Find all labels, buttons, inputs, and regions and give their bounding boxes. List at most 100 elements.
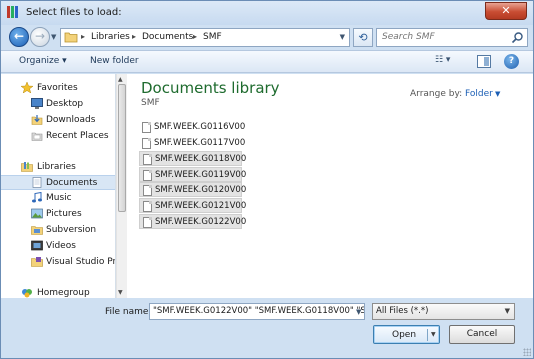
breadcrumb-libraries[interactable]: Libraries xyxy=(91,32,130,42)
nav-label: Recent Places xyxy=(46,131,109,141)
file-icon xyxy=(143,201,152,212)
file-icon xyxy=(143,170,152,181)
open-button-label: Open xyxy=(392,330,417,340)
navigation-pane: Favorites Desktop Downloads Recent Place… xyxy=(1,74,116,298)
file-item[interactable]: SMF.WEEK.G0119V00 xyxy=(139,167,246,182)
file-open-dialog: Select files to load: ✕ ← → ▼ ▸ Librarie… xyxy=(0,0,534,359)
command-toolbar: Organize ▾ New folder ☷ ▾ ? xyxy=(1,50,533,73)
refresh-button[interactable]: ⟲ xyxy=(353,28,373,47)
file-name: SMF.WEEK.G0121V00 xyxy=(155,201,247,211)
nav-label: Documents xyxy=(46,178,98,188)
nav-documents[interactable]: Documents xyxy=(1,175,115,190)
address-bar[interactable]: ▸ Libraries ▸ Documents ▸ SMF ▼ xyxy=(60,28,350,47)
search-input[interactable] xyxy=(382,32,502,42)
scroll-up-icon[interactable]: ▲ xyxy=(118,76,123,83)
search-icon[interactable] xyxy=(511,31,524,44)
nav-desktop[interactable]: Desktop xyxy=(1,97,115,112)
address-dropdown-icon[interactable]: ▼ xyxy=(340,33,345,41)
title-bar: Select files to load: ✕ xyxy=(1,1,533,25)
breadcrumb-documents[interactable]: Documents xyxy=(142,32,193,42)
libraries-icon xyxy=(21,162,33,172)
close-button[interactable]: ✕ xyxy=(485,2,527,20)
nav-label: Subversion xyxy=(46,225,97,235)
recent-places-icon xyxy=(31,132,43,141)
search-box[interactable] xyxy=(376,28,528,47)
file-name: SMF.WEEK.G0118V00 xyxy=(155,154,247,164)
nav-label: Desktop xyxy=(46,99,84,109)
nav-label: Music xyxy=(46,193,72,203)
nav-videos[interactable]: Videos xyxy=(1,239,115,254)
file-item[interactable]: SMF.WEEK.G0117V00 xyxy=(139,136,246,151)
file-name-dropdown-icon[interactable]: ▼ xyxy=(356,308,361,316)
nav-label: Downloads xyxy=(46,115,96,125)
nav-downloads[interactable]: Downloads xyxy=(1,113,115,128)
file-name: SMF.WEEK.G0122V00 xyxy=(155,217,247,227)
file-name: SMF.WEEK.G0116V00 xyxy=(154,122,246,132)
nav-libraries[interactable]: Libraries xyxy=(1,160,115,175)
breadcrumb-separator: ▸ xyxy=(193,32,198,41)
breadcrumb-separator: ▸ xyxy=(132,32,137,41)
file-type-select[interactable]: All Files (*.*) ▼ xyxy=(372,303,515,320)
chevron-down-icon[interactable]: ▼ xyxy=(495,90,500,98)
file-name-label: File name: xyxy=(105,307,152,317)
homegroup-icon xyxy=(22,289,32,298)
organize-button[interactable]: Organize ▾ xyxy=(19,56,67,66)
arrange-by-dropdown[interactable]: Folder xyxy=(465,89,493,99)
open-button[interactable]: Open ▼ xyxy=(373,325,440,344)
scroll-down-icon[interactable]: ▼ xyxy=(118,289,123,296)
nav-favorites[interactable]: Favorites xyxy=(1,81,115,96)
library-subtitle: SMF xyxy=(141,98,160,108)
desktop-icon xyxy=(31,98,43,109)
pictures-icon xyxy=(31,208,43,219)
dialog-footer: File name: "SMF.WEEK.G0122V00" "SMF.WEEK… xyxy=(1,298,533,358)
nav-label: Homegroup xyxy=(37,288,90,298)
nav-label: Visual Studio Pro xyxy=(46,257,116,267)
app-icon xyxy=(7,6,21,18)
nav-label: Videos xyxy=(46,241,76,251)
nav-pictures[interactable]: Pictures xyxy=(1,207,115,222)
new-folder-button[interactable]: New folder xyxy=(90,56,139,66)
file-item[interactable]: SMF.WEEK.G0121V00 xyxy=(139,198,246,213)
file-item[interactable]: SMF.WEEK.G0122V00 xyxy=(139,214,246,229)
nav-visual-studio[interactable]: Visual Studio Pro xyxy=(1,255,116,270)
nav-scrollbar[interactable]: ▲ ▼ xyxy=(116,74,127,298)
folder-icon xyxy=(64,32,78,43)
file-icon xyxy=(142,122,151,133)
chevron-down-icon[interactable]: ▼ xyxy=(505,307,510,315)
nav-recent-places[interactable]: Recent Places xyxy=(1,129,115,144)
file-list-pane: Documents library SMF Arrange by: Folder… xyxy=(127,74,533,298)
breadcrumb-smf[interactable]: SMF xyxy=(203,32,222,42)
file-icon xyxy=(143,154,152,165)
subversion-icon xyxy=(31,226,43,235)
arrange-by-label: Arrange by: xyxy=(410,89,463,99)
nav-label: Pictures xyxy=(46,209,82,219)
file-icon xyxy=(143,185,152,196)
cancel-button[interactable]: Cancel xyxy=(449,325,515,344)
file-icon xyxy=(143,217,152,228)
downloads-icon xyxy=(31,115,43,125)
preview-pane-button[interactable] xyxy=(477,55,491,68)
file-item[interactable]: SMF.WEEK.G0120V00 xyxy=(139,182,246,197)
nav-homegroup[interactable]: Homegroup xyxy=(1,286,115,298)
back-button[interactable]: ← xyxy=(9,27,29,47)
nav-subversion[interactable]: Subversion xyxy=(1,223,115,238)
open-options-dropdown-icon[interactable]: ▼ xyxy=(431,331,436,338)
file-name: SMF.WEEK.G0117V00 xyxy=(154,138,246,148)
file-item[interactable]: SMF.WEEK.G0116V00 xyxy=(139,120,246,135)
file-name: SMF.WEEK.G0119V00 xyxy=(155,170,247,180)
file-name-input[interactable]: "SMF.WEEK.G0122V00" "SMF.WEEK.G0118V00" … xyxy=(149,303,365,320)
library-title: Documents library xyxy=(141,79,280,97)
window-title: Select files to load: xyxy=(26,7,122,18)
help-button[interactable]: ? xyxy=(504,54,519,69)
forward-button[interactable]: → xyxy=(30,27,50,47)
resize-grip[interactable] xyxy=(523,348,531,356)
file-icon xyxy=(142,138,151,149)
videos-icon xyxy=(31,240,43,251)
views-button[interactable]: ☷ ▾ xyxy=(435,55,465,69)
recent-pages-dropdown-icon[interactable]: ▼ xyxy=(51,33,56,41)
documents-icon xyxy=(32,177,42,188)
file-item[interactable]: SMF.WEEK.G0118V00 xyxy=(139,151,246,166)
scrollbar-thumb[interactable] xyxy=(118,84,126,212)
music-icon xyxy=(32,192,42,203)
nav-music[interactable]: Music xyxy=(1,191,115,206)
